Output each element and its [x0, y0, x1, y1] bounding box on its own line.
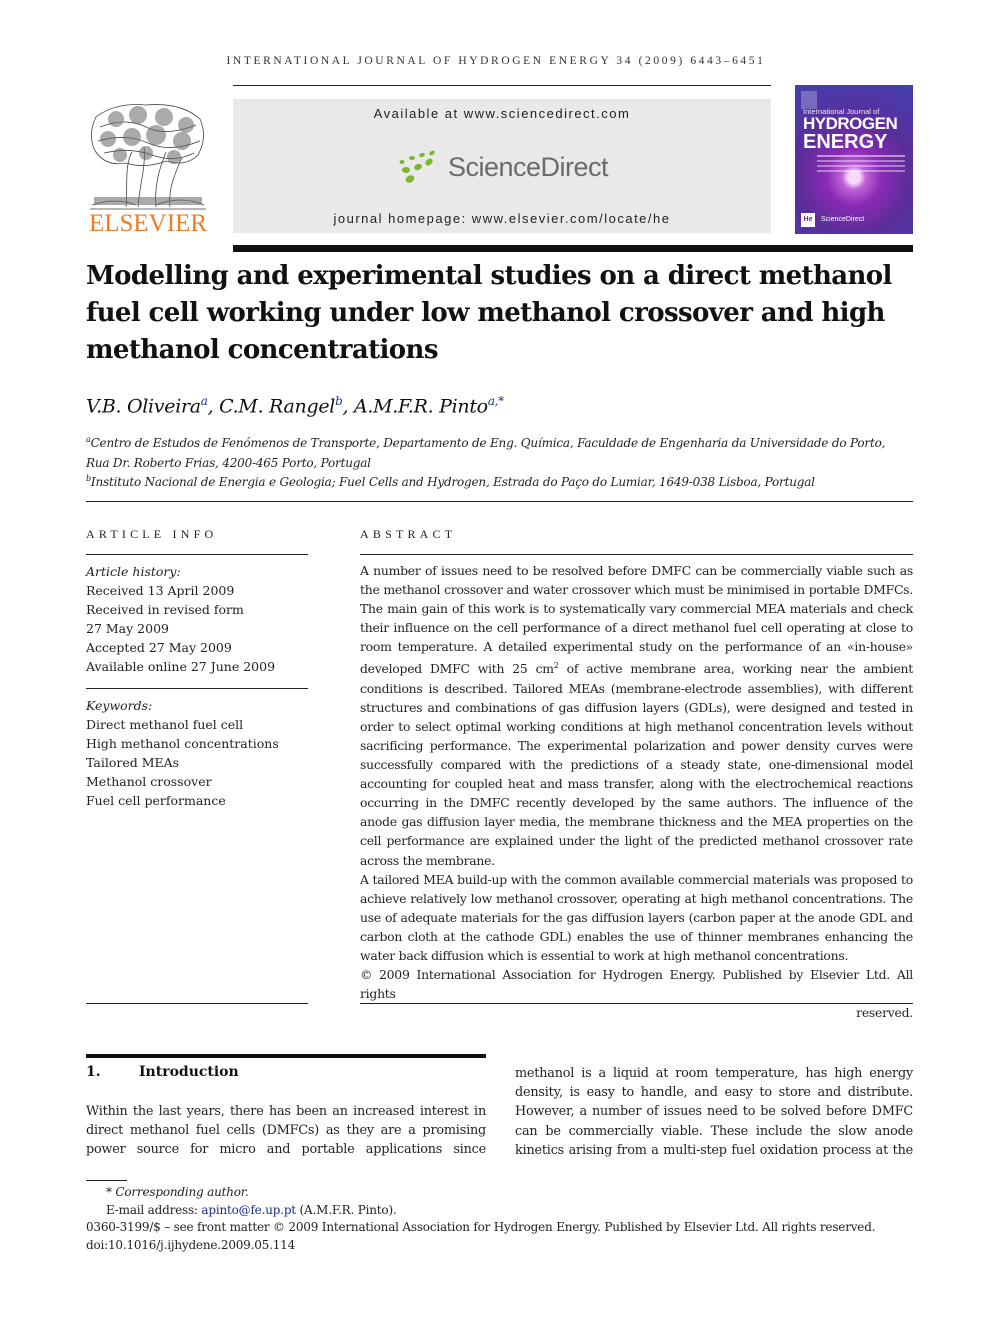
front-matter-note: 0360-3199/$ – see front matter © 2009 In…: [86, 1220, 876, 1234]
affiliation-text: Instituto Nacional de Energia e Geologia…: [90, 475, 815, 489]
article-info-bottom-rule: [86, 1003, 308, 1004]
intro-right-column: methanol is a liquid at room temperature…: [515, 1064, 913, 1160]
article-title: Modelling and experimental studies on a …: [86, 261, 892, 365]
cover-sciencedirect-label: ScienceDirect: [821, 216, 865, 223]
author-affil-marker[interactable]: a,*: [488, 394, 504, 408]
author-name[interactable]: A.M.F.R. Pinto: [354, 395, 488, 417]
cover-he-badge: He: [801, 213, 815, 227]
footnote-rule: [86, 1180, 127, 1181]
keyword-item: Tailored MEAs: [86, 755, 180, 770]
sciencedirect-dots-icon: [399, 150, 435, 183]
intro-paragraph: methanol is a liquid at room temperature…: [515, 1066, 913, 1158]
author-affil-marker[interactable]: b: [335, 394, 343, 408]
keywords-label: Keywords:: [86, 698, 153, 713]
abstract-rule: [360, 554, 913, 555]
masthead-thick-rule: [233, 245, 913, 252]
header-rule: [233, 85, 771, 86]
article-history-label: Article history:: [86, 564, 181, 579]
section-bar: [86, 1054, 486, 1058]
abstract-copyright-end: reserved.: [856, 1005, 913, 1021]
journal-homepage-link[interactable]: journal homepage: www.elsevier.com/locat…: [233, 211, 771, 226]
email-note: E-mail address: apinto@fe.up.pt (A.M.F.R…: [86, 1202, 916, 1220]
author-name[interactable]: V.B. Oliveira: [86, 395, 201, 417]
doi[interactable]: doi:10.1016/j.ijhydene.2009.05.114: [86, 1237, 916, 1255]
intro-left-column: Within the last years, there has been an…: [86, 1102, 486, 1160]
keyword-item: Fuel cell performance: [86, 793, 226, 808]
corresponding-author-note: * Corresponding author.: [106, 1185, 249, 1199]
history-item: Received 13 April 2009: [86, 583, 235, 598]
abstract-text: A number of issues need to be resolved b…: [360, 563, 913, 677]
keywords: Keywords: Direct methanol fuel cell High…: [86, 696, 310, 810]
cover-editors-lines: [817, 155, 905, 157]
header-bottom-rule: [86, 501, 913, 502]
abstract-body: A number of issues need to be resolved b…: [360, 561, 913, 1022]
author-list: V.B. Oliveiraa, C.M. Rangelb, A.M.F.R. P…: [86, 394, 504, 418]
email-label: E-mail address:: [106, 1202, 202, 1217]
elsevier-wordmark: ELSEVIER: [88, 210, 208, 237]
sciencedirect-wordmark: ScienceDirect: [448, 151, 609, 182]
article-info-heading: ARTICLE INFO: [86, 527, 218, 541]
abstract-text: of active membrane area, working near th…: [360, 661, 913, 868]
abstract-paragraph-2: A tailored MEA build-up with the common …: [360, 871, 913, 963]
cover-line-3: ENERGY: [803, 131, 888, 153]
abstract-bottom-rule: [360, 1003, 913, 1004]
abstract-heading: ABSTRACT: [360, 527, 457, 541]
affiliation-b: bInstituto Nacional de Energia e Geologi…: [86, 469, 916, 492]
intro-paragraph: Within the last years, there has been an…: [86, 1104, 486, 1158]
keyword-item: High methanol concentrations: [86, 736, 279, 751]
abstract-paragraph-1: A number of issues need to be resolved b…: [360, 561, 913, 870]
section-number: 1.: [86, 1064, 101, 1080]
sciencedirect-banner: Available at www.sciencedirect.com Scien…: [233, 99, 771, 233]
keyword-item: Direct methanol fuel cell: [86, 717, 244, 732]
article-history: Article history: Received 13 April 2009 …: [86, 562, 310, 676]
email-link[interactable]: apinto@fe.up.pt: [201, 1203, 296, 1217]
section-heading-introduction: 1. Introduction: [86, 1064, 239, 1080]
author-affil-marker[interactable]: a: [201, 394, 208, 408]
affiliation-text: Rua Dr. Roberto Frias, 4200-465 Porto, P…: [86, 456, 371, 470]
footnotes: * Corresponding author. E-mail address: …: [86, 1184, 916, 1254]
sciencedirect-logo[interactable]: ScienceDirect: [398, 147, 609, 187]
running-head: INTERNATIONAL JOURNAL OF HYDROGEN ENERGY…: [226, 55, 766, 67]
keywords-rule: [86, 688, 308, 689]
affiliation-text: Centro de Estudos de Fenómenos de Transp…: [90, 436, 886, 450]
history-item: Available online 27 June 2009: [86, 659, 276, 674]
article-info-rule: [86, 554, 308, 555]
keyword-item: Methanol crossover: [86, 774, 212, 789]
history-item: 27 May 2009: [86, 621, 169, 636]
affiliation-a: aCentro de Estudos de Fenómenos de Trans…: [86, 430, 916, 473]
abstract-copyright: © 2009 International Association for Hyd…: [360, 967, 913, 1002]
history-item: Received in revised form: [86, 602, 244, 617]
section-title: Introduction: [139, 1064, 239, 1080]
email-suffix: (A.M.F.R. Pinto).: [295, 1202, 397, 1217]
history-item: Accepted 27 May 2009: [86, 640, 232, 655]
cover-line-2: HYDROGEN: [803, 114, 898, 133]
author-name[interactable]: C.M. Rangel: [219, 395, 335, 417]
journal-cover-image: International Journal of HYDROGEN ENERGY…: [795, 85, 913, 234]
available-at-text[interactable]: Available at www.sciencedirect.com: [233, 106, 771, 121]
